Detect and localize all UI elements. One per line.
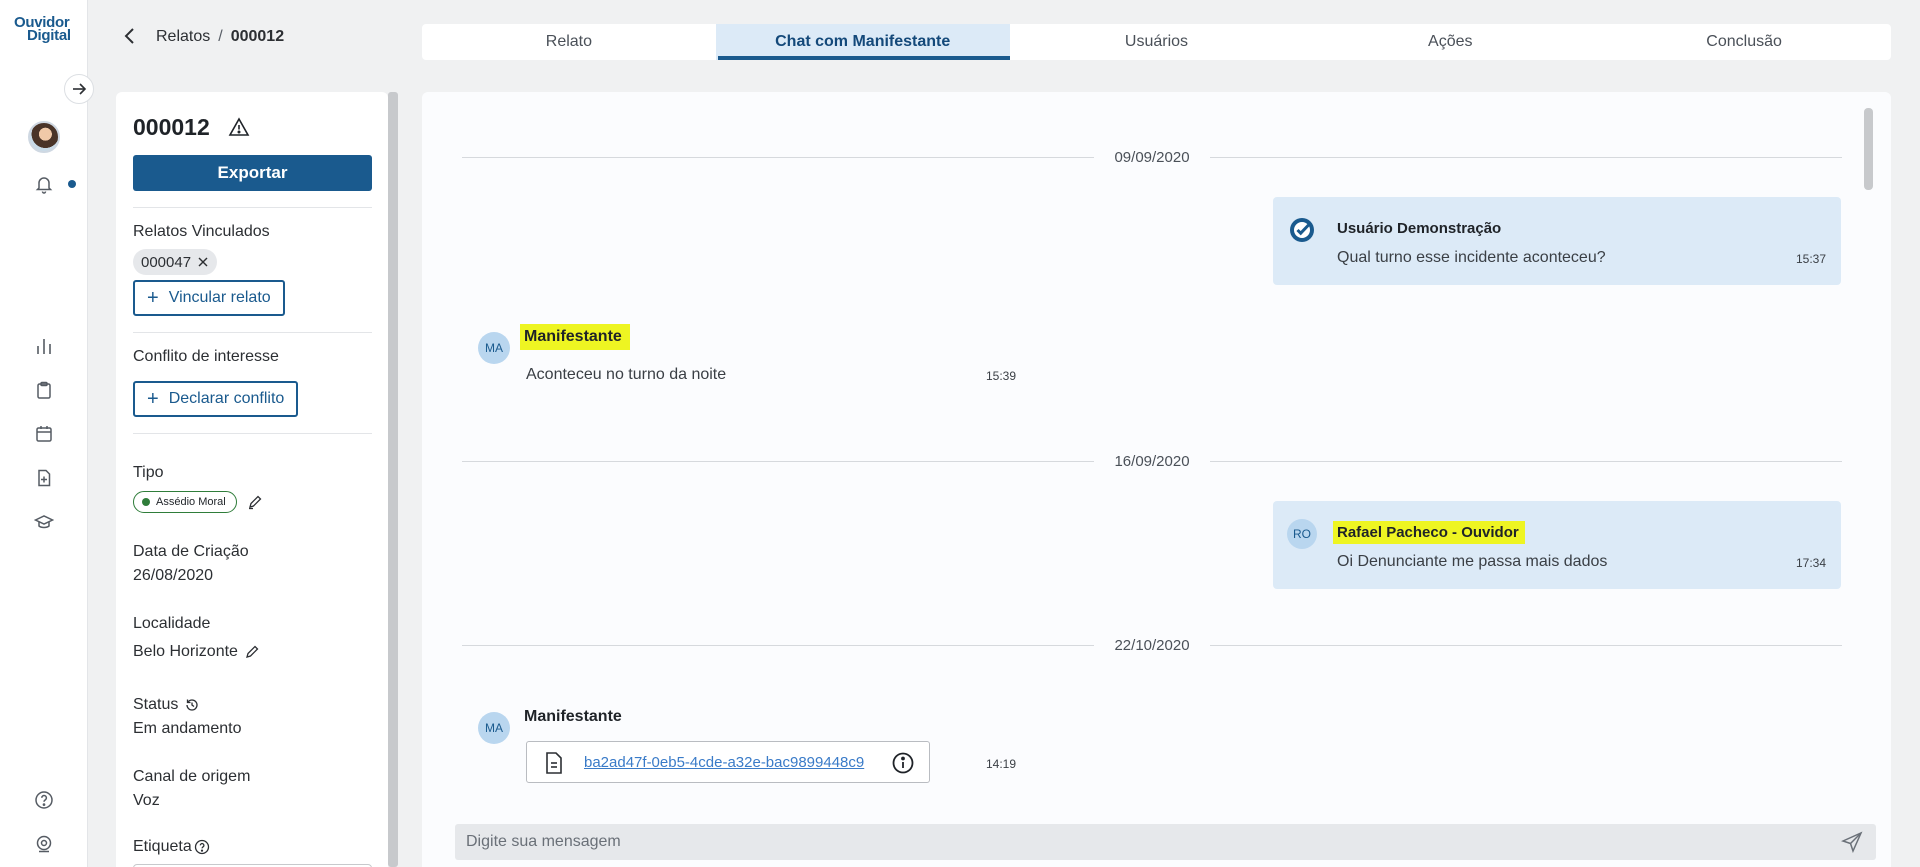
- message-time: 14:19: [986, 757, 1017, 771]
- info-icon[interactable]: [891, 751, 915, 775]
- file-link[interactable]: ba2ad47f-0eb5-4cde-a32e-bac9899448c9: [584, 754, 864, 771]
- tab-usuarios[interactable]: Usuários: [1010, 24, 1304, 60]
- add-document-icon[interactable]: [32, 466, 56, 490]
- divider: [133, 433, 372, 434]
- type-label: Tipo: [133, 464, 164, 481]
- chart-icon[interactable]: [32, 334, 56, 358]
- message-input[interactable]: [455, 824, 1815, 860]
- date-separator: 09/09/2020: [462, 147, 1843, 167]
- created-date-label: Data de Criação: [133, 543, 249, 560]
- chevron-left-icon: [124, 28, 134, 44]
- message-time: 15:37: [1795, 252, 1826, 266]
- close-icon[interactable]: [197, 256, 209, 268]
- message-text: Qual turno esse incidente aconteceu?: [1337, 249, 1606, 266]
- message-composer: [455, 824, 1876, 860]
- clipboard-icon[interactable]: [32, 378, 56, 402]
- back-button[interactable]: [118, 24, 142, 48]
- file-attachment: ba2ad47f-0eb5-4cde-a32e-bac9899448c9: [526, 741, 930, 783]
- date-separator: 22/10/2020: [462, 635, 1843, 655]
- message-bubble-outgoing: RO Rafael Pacheco - Ouvidor Oi Denuncian…: [1273, 501, 1841, 589]
- location-label: Localidade: [133, 615, 211, 632]
- webcam-icon[interactable]: [32, 832, 56, 856]
- message-author: Manifestante: [524, 708, 622, 725]
- report-title: 000012: [133, 114, 210, 140]
- message-time: 17:34: [1795, 556, 1826, 570]
- breadcrumb-separator: /: [218, 28, 223, 45]
- date-separator: 16/09/2020: [462, 451, 1843, 471]
- divider: [133, 207, 372, 208]
- help-icon[interactable]: [194, 839, 210, 855]
- breadcrumb-parent[interactable]: Relatos: [156, 28, 210, 45]
- plus-icon: +: [147, 287, 159, 309]
- scrollbar[interactable]: [388, 92, 398, 867]
- link-report-button[interactable]: + Vincular relato: [133, 280, 285, 316]
- warning-icon[interactable]: [228, 116, 250, 138]
- breadcrumb-current: 000012: [230, 28, 285, 45]
- message-bubble-outgoing: Usuário Demonstração Qual turno esse inc…: [1273, 197, 1841, 285]
- arrow-right-icon: [73, 83, 87, 95]
- app-logo[interactable]: Ouvidor Digital: [14, 15, 76, 43]
- scrollbar[interactable]: [1864, 108, 1873, 190]
- status-label: Status: [133, 696, 179, 713]
- bell-icon[interactable]: [32, 172, 56, 196]
- plus-icon: +: [147, 388, 159, 410]
- calendar-icon[interactable]: [32, 422, 56, 446]
- breadcrumb: Relatos / 000012: [156, 28, 284, 46]
- tab-relato[interactable]: Relato: [422, 24, 716, 60]
- channel-value: Voz: [133, 792, 160, 809]
- graduation-cap-icon[interactable]: [32, 510, 56, 534]
- history-icon[interactable]: [184, 697, 200, 713]
- status-value: Em andamento: [133, 720, 242, 737]
- user-avatar[interactable]: [28, 121, 60, 153]
- linked-reports-label: Relatos Vinculados: [133, 223, 270, 240]
- status-dot: [142, 498, 150, 506]
- created-date-value: 26/08/2020: [133, 567, 214, 584]
- linked-report-id: 000047: [141, 253, 192, 271]
- author-avatar: MA: [478, 712, 510, 744]
- tab-acoes[interactable]: Ações: [1303, 24, 1597, 60]
- export-button[interactable]: Exportar: [133, 155, 372, 191]
- help-icon[interactable]: [32, 788, 56, 812]
- conflict-label: Conflito de interesse: [133, 348, 279, 365]
- linked-report-chip: 000047: [133, 249, 218, 275]
- declare-conflict-button[interactable]: + Declarar conflito: [133, 381, 299, 417]
- document-icon: [546, 752, 562, 774]
- edit-pencil-icon[interactable]: [247, 494, 263, 510]
- location-value: Belo Horizonte: [133, 643, 238, 660]
- message-text: Oi Denunciante me passa mais dados: [1337, 553, 1608, 570]
- message-time: 15:39: [986, 369, 1017, 383]
- message-author: Usuário Demonstração: [1337, 220, 1502, 237]
- message-author: Manifestante: [520, 324, 630, 350]
- message-author: Rafael Pacheco - Ouvidor: [1333, 521, 1525, 544]
- send-icon[interactable]: [1841, 831, 1863, 853]
- tab-conclusao[interactable]: Conclusão: [1597, 24, 1891, 60]
- report-details-panel: 000012 Exportar Relatos Vinculados 00004…: [116, 92, 388, 867]
- notification-dot: [68, 180, 76, 188]
- tag-label: Etiqueta: [133, 838, 192, 855]
- verified-check-icon: [1287, 215, 1317, 245]
- tab-chat-com-manifestante[interactable]: Chat com Manifestante: [715, 24, 1010, 60]
- expand-rail-button[interactable]: [64, 74, 94, 104]
- type-tag: Assédio Moral: [133, 491, 237, 513]
- author-avatar: RO: [1287, 519, 1317, 549]
- channel-label: Canal de origem: [133, 768, 251, 785]
- divider: [133, 332, 372, 333]
- message-text: Aconteceu no turno da noite: [526, 366, 727, 383]
- edit-pencil-icon[interactable]: [244, 644, 260, 660]
- side-rail: Ouvidor Digital: [0, 0, 88, 867]
- author-avatar: MA: [478, 332, 510, 364]
- tab-bar: Relato Chat com Manifestante Usuários Aç…: [422, 24, 1891, 60]
